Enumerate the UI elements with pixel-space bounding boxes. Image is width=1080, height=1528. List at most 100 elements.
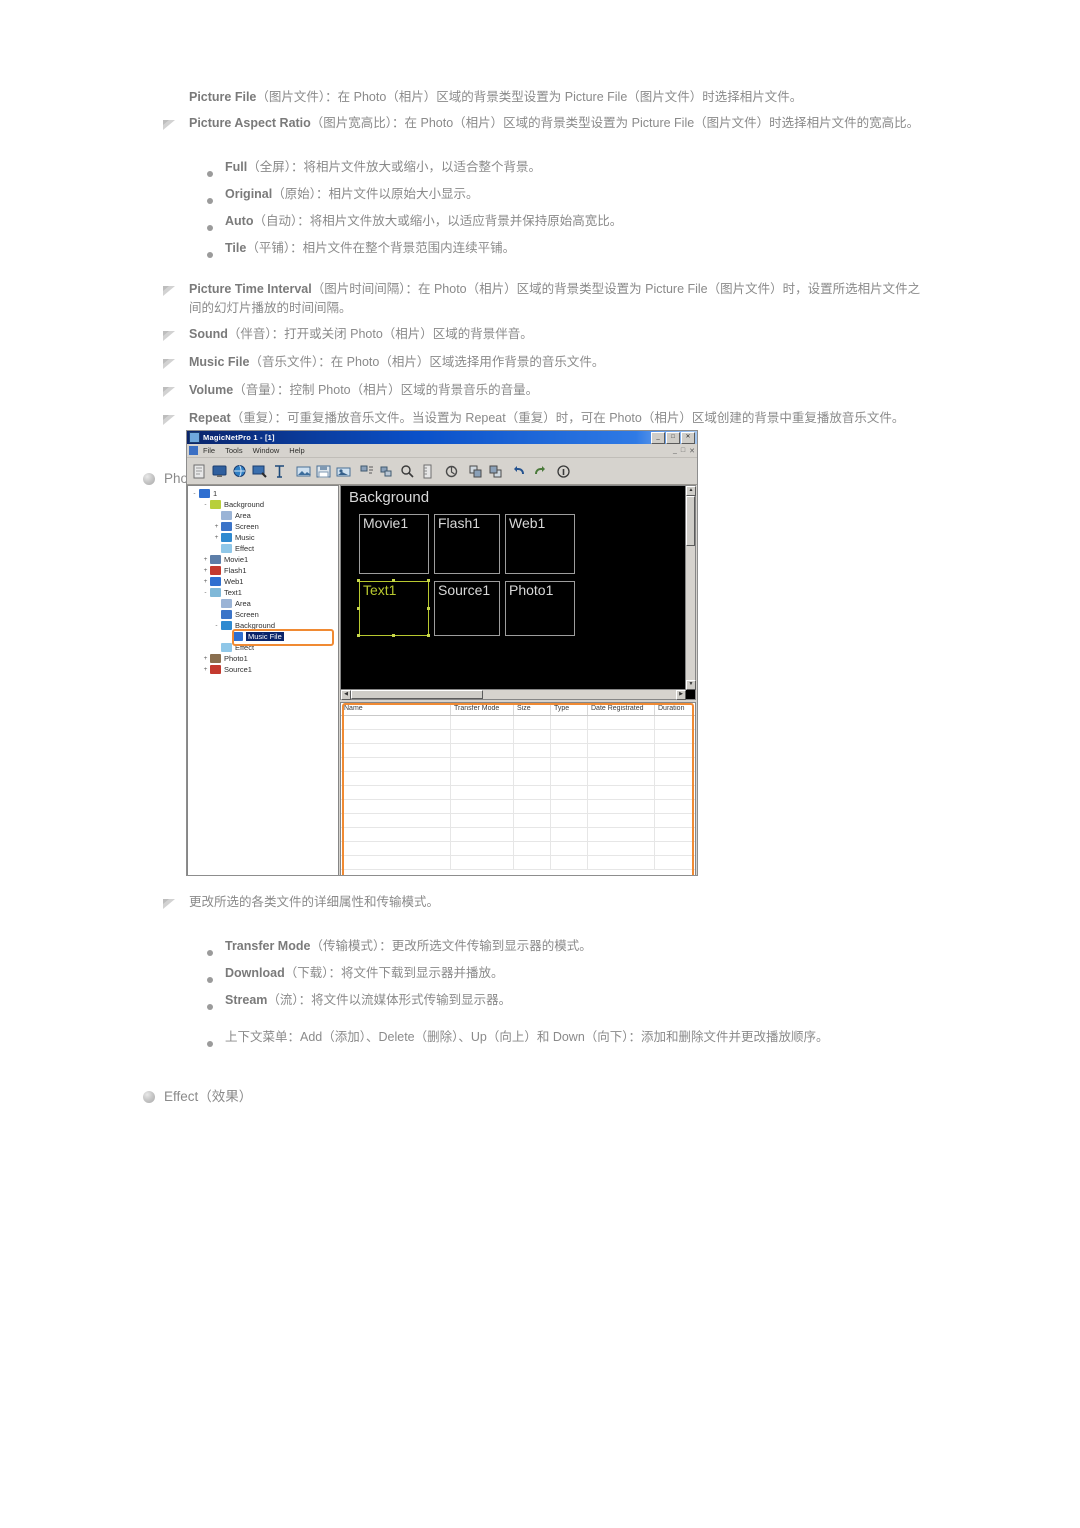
table-row[interactable] xyxy=(341,814,695,828)
tree-expander-icon[interactable]: + xyxy=(201,556,210,563)
column-header-name[interactable]: Name xyxy=(341,703,451,715)
canvas-region-movie1[interactable]: Movie1 xyxy=(359,514,429,574)
globe-icon[interactable] xyxy=(230,462,249,481)
table-row[interactable] xyxy=(341,758,695,772)
scroll-down-arrow[interactable]: ▼ xyxy=(686,680,696,690)
selection-handle[interactable] xyxy=(392,579,395,582)
tree-node-effect[interactable]: Effect xyxy=(188,543,338,554)
column-header-date-registrated[interactable]: Date Registrated xyxy=(588,703,655,715)
align-bottom-icon[interactable] xyxy=(378,462,397,481)
tree-expander-icon[interactable]: + xyxy=(201,655,210,662)
horizontal-scroll-thumb[interactable] xyxy=(351,690,483,699)
selection-handle[interactable] xyxy=(427,606,430,610)
mdi-minimize-button[interactable]: _ xyxy=(673,447,677,454)
vertical-scroll-thumb[interactable] xyxy=(686,496,695,546)
table-row[interactable] xyxy=(341,716,695,730)
table-row[interactable] xyxy=(341,842,695,856)
refresh-icon[interactable] xyxy=(442,462,461,481)
save-icon[interactable] xyxy=(314,462,333,481)
redo-icon[interactable] xyxy=(530,462,549,481)
selection-handle[interactable] xyxy=(427,634,430,637)
to-back-icon[interactable] xyxy=(486,462,505,481)
column-header-transfer-mode[interactable]: Transfer Mode xyxy=(451,703,514,715)
tree-node-photo1[interactable]: + Photo1 xyxy=(188,653,338,664)
tree-expander-icon[interactable]: + xyxy=(212,534,221,541)
magnify-icon[interactable] xyxy=(398,462,417,481)
scroll-up-arrow[interactable]: ▲ xyxy=(686,486,696,496)
to-front-icon[interactable] xyxy=(466,462,485,481)
tree-expander-icon[interactable]: + xyxy=(201,567,210,574)
maximize-button[interactable]: □ xyxy=(666,431,680,444)
new-document-icon[interactable] xyxy=(190,462,209,481)
selection-handle[interactable] xyxy=(427,579,430,582)
selection-handle[interactable] xyxy=(357,579,360,582)
menu-item-help[interactable]: Help xyxy=(289,446,304,455)
column-header-type[interactable]: Type xyxy=(551,703,588,715)
table-row[interactable] xyxy=(341,856,695,870)
tree-expander-icon[interactable]: - xyxy=(212,622,221,629)
image-icon[interactable] xyxy=(294,462,313,481)
canvas-region-text1[interactable]: Text1 xyxy=(359,581,429,636)
table-row[interactable] xyxy=(341,828,695,842)
tree-node-flash1[interactable]: + Flash1 xyxy=(188,565,338,576)
selection-handle[interactable] xyxy=(357,634,360,637)
tree-node-screen[interactable]: Screen xyxy=(188,609,338,620)
table-row[interactable] xyxy=(341,800,695,814)
align-top-icon[interactable] xyxy=(358,462,377,481)
mdi-close-button[interactable]: ✕ xyxy=(689,447,695,455)
selection-handle[interactable] xyxy=(392,634,395,637)
file-list-panel[interactable]: Name Transfer Mode Size Type Date Registrate… xyxy=(340,702,696,875)
tree-node-music[interactable]: + Music xyxy=(188,532,338,543)
info-icon[interactable] xyxy=(554,462,573,481)
tree-node-1[interactable]: -1 xyxy=(188,488,338,499)
canvas-region-photo1[interactable]: Photo1 xyxy=(505,581,575,636)
tree-node-background[interactable]: - Background xyxy=(188,499,338,510)
ruler-icon[interactable] xyxy=(418,462,437,481)
canvas-horizontal-scrollbar[interactable]: ◀ ▶ xyxy=(341,689,686,700)
scroll-left-arrow[interactable]: ◀ xyxy=(341,690,351,700)
column-header-size[interactable]: Size xyxy=(514,703,551,715)
minimize-button[interactable]: _ xyxy=(651,431,665,444)
tree-expander-icon[interactable]: - xyxy=(201,589,210,596)
tree-expander-icon[interactable]: - xyxy=(201,501,210,508)
column-header-duration[interactable]: Duration xyxy=(655,703,693,715)
menu-item-tools[interactable]: Tools xyxy=(225,446,243,455)
table-row[interactable] xyxy=(341,786,695,800)
layout-canvas[interactable]: Background Movie1 Flash1 Web1 Text1 Source1 P… xyxy=(341,486,686,690)
project-tree-panel[interactable]: -1- Background Area + Screen + Music Effect + Mov… xyxy=(187,485,339,875)
tree-node-screen[interactable]: + Screen xyxy=(188,521,338,532)
tree-expander-icon[interactable]: - xyxy=(190,490,199,497)
table-row[interactable] xyxy=(341,744,695,758)
canvas-region-web1[interactable]: Web1 xyxy=(505,514,575,574)
tree-node-movie1[interactable]: + Movie1 xyxy=(188,554,338,565)
photo-icon[interactable] xyxy=(334,462,353,481)
tree-node-music-file[interactable]: Music File xyxy=(188,631,338,642)
mdi-restore-button[interactable]: □ xyxy=(681,447,685,454)
menu-item-window[interactable]: Window xyxy=(253,446,280,455)
text-tool-icon[interactable] xyxy=(270,462,289,481)
tree-expander-icon[interactable]: + xyxy=(212,523,221,530)
tree-node-web1[interactable]: + Web1 xyxy=(188,576,338,587)
canvas-region-source1[interactable]: Source1 xyxy=(434,581,500,636)
tree-node-effect[interactable]: Effect xyxy=(188,642,338,653)
tree-expander-icon[interactable]: + xyxy=(201,666,210,673)
monitor-icon[interactable] xyxy=(210,462,229,481)
screen-add-icon[interactable] xyxy=(250,462,269,481)
table-row[interactable] xyxy=(341,772,695,786)
menu-item-file[interactable]: File xyxy=(203,446,215,455)
file-list-header[interactable]: Name Transfer Mode Size Type Date Registrate… xyxy=(341,703,695,716)
close-button[interactable]: ✕ xyxy=(681,431,695,444)
tree-node-background[interactable]: - Background xyxy=(188,620,338,631)
undo-icon[interactable] xyxy=(510,462,529,481)
scroll-right-arrow[interactable]: ▶ xyxy=(676,690,686,700)
window-controls[interactable]: _ □ ✕ xyxy=(651,431,695,444)
tree-node-area[interactable]: Area xyxy=(188,510,338,521)
canvas-region-flash1[interactable]: Flash1 xyxy=(434,514,500,574)
tree-node-area[interactable]: Area xyxy=(188,598,338,609)
file-list-body[interactable] xyxy=(341,716,695,870)
canvas-vertical-scrollbar[interactable]: ▲ ▼ xyxy=(685,486,696,690)
tree-node-text1[interactable]: - Text1 xyxy=(188,587,338,598)
table-row[interactable] xyxy=(341,730,695,744)
tree-node-source1[interactable]: + Source1 xyxy=(188,664,338,675)
selection-handle[interactable] xyxy=(357,606,360,610)
